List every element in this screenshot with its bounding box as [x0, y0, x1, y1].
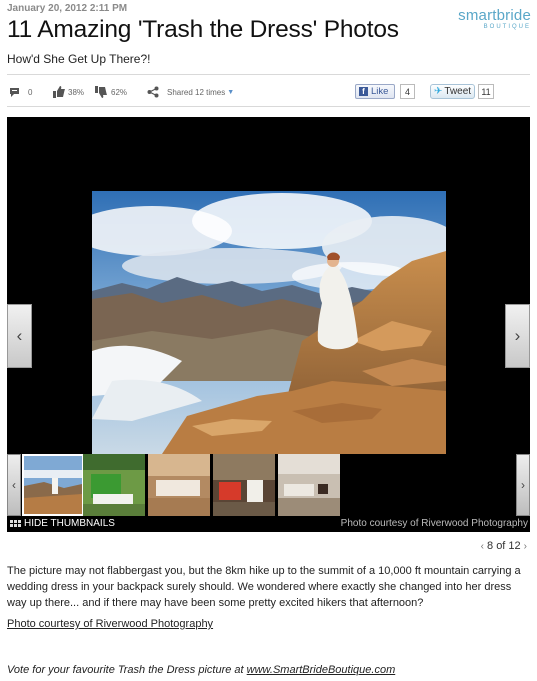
page-subtitle: How'd She Get Up There?! [7, 52, 151, 66]
previous-photo-button[interactable]: ‹ [7, 304, 32, 368]
likes-percent: 38% [68, 87, 85, 97]
article-date: January 20, 2012 2:11 PM [7, 3, 128, 14]
chevron-right-icon: › [521, 478, 525, 492]
facebook-icon: f [359, 87, 368, 96]
thumbs-up-button[interactable]: 38% [53, 82, 84, 102]
comments-button[interactable]: 0 [9, 82, 32, 102]
chevron-left-icon: ‹ [12, 478, 16, 492]
thumbs-down-icon [95, 86, 107, 98]
chevron-right-icon: › [514, 326, 521, 345]
facebook-like-button[interactable]: f Like [355, 84, 395, 99]
tweet-button[interactable]: ✈ Tweet [430, 84, 475, 99]
hide-thumbnails-button[interactable]: HIDE THUMBNAILS [10, 518, 115, 529]
next-photo-button[interactable]: › [505, 304, 530, 368]
chevron-down-icon: ▼ [227, 88, 235, 96]
thumbs-up-icon [53, 86, 65, 98]
twitter-bird-icon: ✈ [434, 86, 443, 97]
share-button[interactable]: Shared 12 times ▼ [147, 82, 234, 102]
thumbnail[interactable] [148, 454, 210, 516]
chevron-left-icon: ‹ [16, 326, 23, 345]
pager-previous-button[interactable]: ‹ [478, 541, 487, 552]
article-body: The picture may not flabbergast you, but… [7, 565, 521, 609]
main-photo [92, 191, 446, 454]
facebook-like-count: 4 [400, 84, 415, 99]
hide-thumbnails-label: HIDE THUMBNAILS [24, 518, 115, 529]
comments-count: 0 [28, 87, 33, 97]
tweet-label: Tweet [444, 86, 472, 97]
photo-pager: ‹ 8 of 12 › [478, 540, 530, 552]
grid-icon [10, 520, 21, 527]
brand-name: smartbride [458, 7, 531, 24]
dislikes-percent: 62% [111, 87, 128, 97]
pager-next-button[interactable]: › [521, 541, 530, 552]
shared-count: Shared 12 times [167, 87, 226, 97]
tweet-count: 11 [478, 84, 494, 99]
pager-position: 8 of 12 [487, 540, 521, 552]
divider [7, 106, 530, 107]
brand-logo[interactable]: smartbride BOUTIQUE [458, 8, 531, 30]
photo-credit: Photo courtesy of Riverwood Photography [340, 518, 528, 529]
brand-tagline: BOUTIQUE [483, 24, 531, 30]
thumbnails-next-button[interactable]: › [516, 454, 530, 516]
share-icon [147, 86, 159, 98]
vote-text: Vote for your favourite Trash the Dress … [7, 664, 247, 676]
divider [7, 74, 530, 75]
facebook-like-label: Like [371, 86, 389, 97]
social-bar: 0 38% 62% Shared 12 times ▼ f Like 4 ✈ T… [7, 82, 530, 102]
thumbnail[interactable] [83, 454, 145, 516]
thumbs-down-button[interactable]: 62% [95, 82, 127, 102]
thumbnail[interactable] [278, 454, 340, 516]
vote-link[interactable]: www.SmartBrideBoutique.com [247, 664, 396, 676]
thumbnail[interactable] [213, 454, 275, 516]
photo-credit-link[interactable]: Photo courtesy of Riverwood Photography [7, 618, 213, 630]
thumbnails-previous-button[interactable]: ‹ [7, 454, 21, 516]
vote-line: Vote for your favourite Trash the Dress … [7, 664, 395, 676]
thumbnail-selected[interactable] [22, 454, 84, 516]
photo-gallery: ‹ › ‹ › HIDE THUMBNAILS Photo courtesy o… [7, 117, 530, 532]
comment-icon [9, 87, 20, 98]
page-title: 11 Amazing 'Trash the Dress' Photos [7, 16, 399, 43]
